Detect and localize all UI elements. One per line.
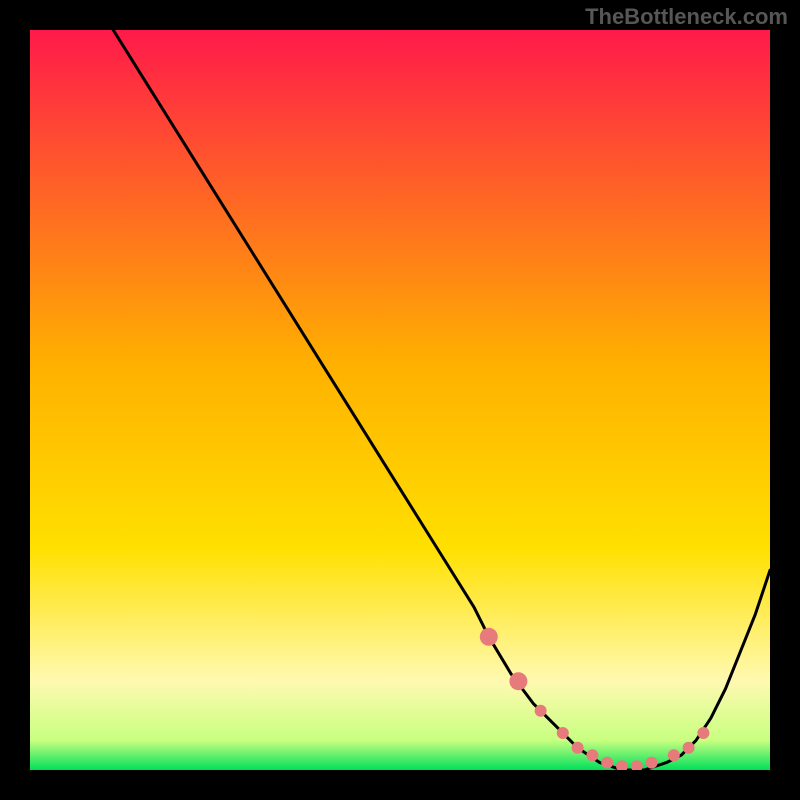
marker-dot [646, 757, 658, 769]
marker-dot [480, 628, 498, 646]
gradient-background [30, 30, 770, 770]
chart-svg [30, 30, 770, 770]
marker-dot [601, 757, 613, 769]
marker-dot [535, 705, 547, 717]
marker-dot [586, 749, 598, 761]
chart-frame: TheBottleneck.com [0, 0, 800, 800]
marker-dot [509, 672, 527, 690]
marker-dot [572, 742, 584, 754]
marker-dot [668, 749, 680, 761]
attribution-label: TheBottleneck.com [585, 4, 788, 30]
marker-dot [683, 742, 695, 754]
marker-dot [557, 727, 569, 739]
plot-area [30, 30, 770, 770]
marker-dot [697, 727, 709, 739]
